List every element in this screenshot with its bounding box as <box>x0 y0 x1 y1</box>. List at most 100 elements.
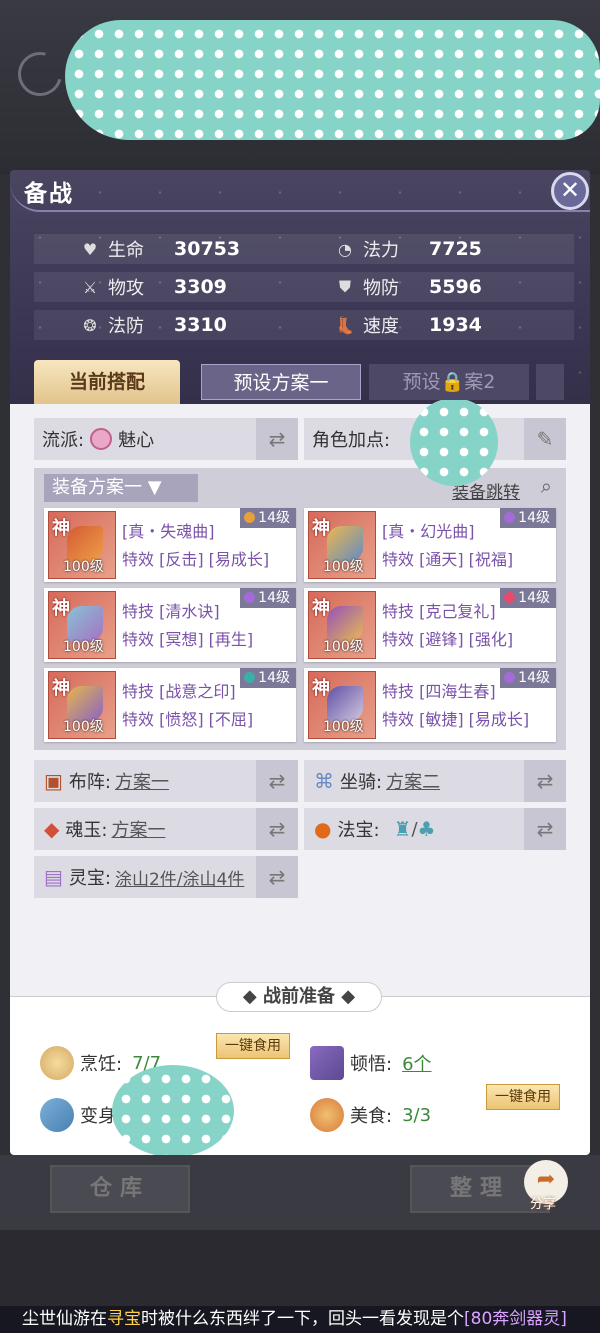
broadcast-marquee: 尘世仙游在寻宝时被什么东西绊了一下，回头一看发现是个[80奔剑器灵] <box>0 1306 600 1333</box>
equipment-line-1: 特技 [克己复礼] <box>382 602 496 621</box>
extra-label: 布阵: <box>68 772 111 793</box>
food-bowl-icon <box>310 1098 344 1132</box>
equipment-line-1: 特技 [四海生春] <box>382 682 496 701</box>
school-value: 魅心 <box>118 430 155 451</box>
stat-label: 物攻 <box>108 278 144 299</box>
equipment-card[interactable]: 神 100级 14级 特技 [清水诀] 特效 [冥想] [再生] <box>44 588 296 662</box>
enhance-level-badge: 14级 <box>240 588 296 608</box>
divine-badge: 神 <box>52 518 70 539</box>
stat-speed: 👢 速度 1934 <box>289 312 544 338</box>
shield-icon: ⛊ <box>338 277 351 296</box>
equipment-header: 装备方案一 ▼ 装备跳转 ⌕ <box>38 472 562 503</box>
tab-preset-2-locked[interactable]: 预设🔒案2 <box>369 364 529 400</box>
extra-magic-treasure: ● 法宝: ♜ / ♣ ⇄ <box>304 808 566 850</box>
insight-item: 顿悟: 6个 <box>310 1046 432 1080</box>
divine-badge: 神 <box>312 598 330 619</box>
stat-label: 物防 <box>363 278 399 299</box>
stat-label: 法防 <box>108 316 144 337</box>
stats-row: ⚔ 物攻 3309 ⛊ 物防 5596 <box>34 272 574 302</box>
equipment-level: 100级 <box>323 639 364 655</box>
title-bar <box>10 170 590 212</box>
equipment-image: 神 100级 <box>48 671 116 739</box>
swap-button[interactable]: ⇄ <box>524 808 566 850</box>
divine-badge: 神 <box>52 598 70 619</box>
select-label: 装备方案一 <box>52 477 142 498</box>
extra-label: 灵宝: <box>68 868 111 889</box>
tab-more[interactable] <box>536 364 564 400</box>
bell-icon: ♣ <box>417 817 436 841</box>
close-button[interactable]: ✕ <box>551 172 589 210</box>
equipment-level: 100级 <box>323 559 364 575</box>
marquee-keyword: 寻宝 <box>107 1309 141 1329</box>
swap-button[interactable]: ⇄ <box>524 760 566 802</box>
extra-value[interactable]: 方案一 <box>115 768 169 794</box>
magic-shield-icon: ❂ <box>83 315 97 335</box>
equipment-image: 神 100级 <box>308 511 376 579</box>
extra-label: 法宝: <box>337 820 380 841</box>
tab-current[interactable]: 当前搭配 <box>34 360 180 404</box>
swap-button[interactable]: ⇄ <box>256 418 298 460</box>
swap-button[interactable]: ⇄ <box>256 760 298 802</box>
equipment-line-2: 特效 [敏捷] [易成长] <box>382 710 530 729</box>
insight-value[interactable]: 6个 <box>402 1050 431 1076</box>
equipment-card[interactable]: 神 100级 14级 特技 [四海生春] 特效 [敏捷] [易成长] <box>304 668 556 742</box>
stat-value: 3310 <box>174 314 227 336</box>
swap-button[interactable]: ⇄ <box>256 856 298 898</box>
privacy-mask <box>65 20 600 140</box>
stats-row: ♥ 生命 30753 ◔ 法力 7725 <box>34 234 574 264</box>
share-label[interactable]: 分享 <box>530 1193 556 1212</box>
equipment-card[interactable]: 神 100级 14级 特技 [战意之印] 特效 [愤怒] [不屈] <box>44 668 296 742</box>
insight-label: 顿悟: <box>350 1054 393 1075</box>
equipment-line-2: 特效 [通天] [祝福] <box>382 550 514 569</box>
enhance-level-badge: 14级 <box>500 588 556 608</box>
divine-badge: 神 <box>312 678 330 699</box>
stats-grid: ♥ 生命 30753 ◔ 法力 7725 ⚔ 物攻 3309 ⛊ 物防 5596 ❂ 法防 3310… <box>34 234 574 348</box>
stat-patk: ⚔ 物攻 3309 <box>34 274 289 300</box>
extra-value[interactable]: 方案一 <box>111 816 165 842</box>
equipment-level: 100级 <box>63 559 104 575</box>
enhance-level-badge: 14级 <box>500 668 556 688</box>
equipment-level: 100级 <box>63 719 104 735</box>
warehouse-button[interactable]: 仓库 <box>50 1165 190 1213</box>
extra-value[interactable]: 涂山2件/涂山4件 <box>115 865 244 890</box>
loadout-body: 流派: 魅心 ⇄ 角色加点: ✎ 装备方案一 ▼ 装备跳转 ⌕ ▣ 布阵: 方案… <box>10 404 590 996</box>
enhance-level-badge: 14级 <box>240 668 296 688</box>
extra-label: 魂玉: <box>65 820 108 841</box>
chevron-down-icon: ▼ <box>147 477 162 498</box>
food-item: 美食: 3/3 <box>310 1098 431 1132</box>
equipment-line-2: 特效 [避锋] [强化] <box>382 630 514 649</box>
divine-badge: 神 <box>312 518 330 539</box>
marquee-item: [80奔剑器灵] <box>464 1309 567 1329</box>
enhance-level-badge: 14级 <box>240 508 296 528</box>
jade-icon: ◆ <box>44 817 60 841</box>
food-label: 美食: <box>350 1106 393 1127</box>
equipment-plan-select[interactable]: 装备方案一 ▼ <box>44 474 198 502</box>
tab-preset-1[interactable]: 预设方案一 <box>201 364 361 400</box>
equipment-card[interactable]: 神 100级 14级 特技 [克己复礼] 特效 [避锋] [强化] <box>304 588 556 662</box>
privacy-mask <box>410 398 498 486</box>
stat-value: 3309 <box>174 276 227 298</box>
privacy-mask <box>112 1065 234 1157</box>
extra-formation: ▣ 布阵: 方案一 ⇄ <box>34 760 298 802</box>
fire-orb-icon: ● <box>314 817 332 841</box>
stat-value: 5596 <box>429 276 482 298</box>
extra-label: 坐骑: <box>340 772 383 793</box>
equipment-card[interactable]: 神 100级 14级 [真・幻光曲] 特效 [通天] [祝福] <box>304 508 556 582</box>
brush-button[interactable]: ✎ <box>524 418 566 460</box>
extra-value[interactable]: 方案二 <box>386 768 440 794</box>
scroll-icon: ⌘ <box>314 769 334 793</box>
school-row: 流派: 魅心 ⇄ <box>34 418 298 460</box>
panel-title: 备战 <box>24 181 74 207</box>
swap-button[interactable]: ⇄ <box>256 808 298 850</box>
marquee-player: 尘世仙游在 <box>22 1309 107 1329</box>
chest-icon: ▤ <box>44 865 63 889</box>
food-value: 3/3 <box>402 1104 432 1126</box>
equipment-line-1: 特技 [战意之印] <box>122 682 236 701</box>
mana-swirl-icon: ◔ <box>338 239 352 259</box>
search-icon[interactable]: ⌕ <box>541 474 552 498</box>
equipment-line-1: 特技 [清水诀] <box>122 602 220 621</box>
equipment-card[interactable]: 神 100级 14级 [真・失魂曲] 特效 [反击] [易成长] <box>44 508 296 582</box>
eat-all-button-cooking[interactable]: 一键食用 <box>216 1033 290 1059</box>
eat-all-button-food[interactable]: 一键食用 <box>486 1084 560 1110</box>
equipment-line-2: 特效 [愤怒] [不屈] <box>122 710 254 729</box>
